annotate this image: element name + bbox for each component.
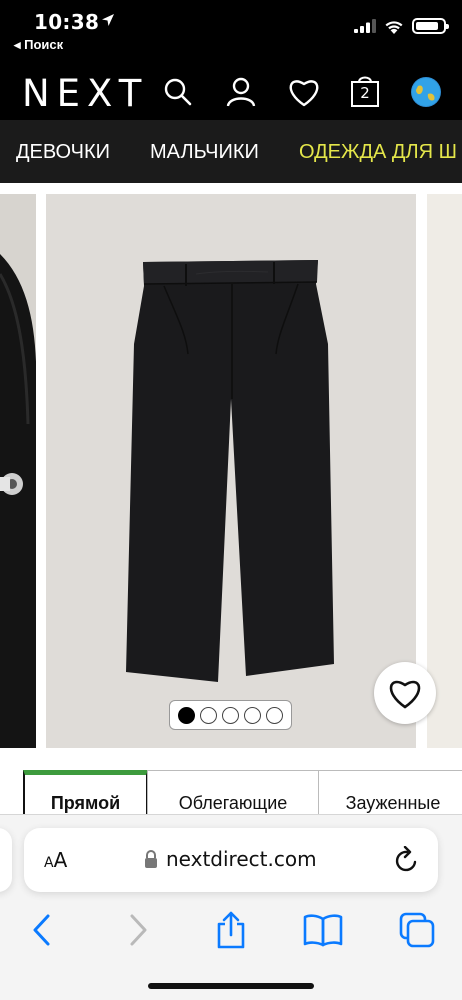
aa-small-label: A [44,855,54,871]
country-globe-icon[interactable] [408,74,444,110]
previous-tab-preview[interactable] [0,828,12,892]
battery-icon [412,18,449,34]
search-icon[interactable] [160,74,196,110]
back-to-search-link[interactable]: ◂ Поиск [14,37,63,53]
battery-fill [416,22,439,30]
home-indicator [148,983,314,989]
url-text: nextdirect.com [166,847,317,871]
product-image-trousers[interactable] [46,194,416,748]
carousel-dot[interactable] [200,706,217,724]
location-arrow-icon [102,14,114,26]
aa-big-label: A [53,848,68,872]
bookmarks-icon[interactable] [303,910,343,950]
reload-icon[interactable] [394,846,420,874]
fit-tab-skinny[interactable]: Зауженные [318,770,462,820]
back-chevron-icon[interactable] [22,910,62,950]
shopping-bag-icon[interactable]: 2 [347,74,383,110]
add-to-favourites-button[interactable] [374,662,436,724]
lock-icon [145,850,157,868]
site-header: NEXT 2 [0,64,462,120]
account-icon[interactable] [223,74,259,110]
fit-tab-straight[interactable]: Прямой [23,770,148,820]
fit-tab-slim[interactable]: Облегающие [147,770,319,820]
browser-bottom-bar: AA nextdirect.com [0,814,462,1000]
status-bar: 10:38 ◂ Поиск [0,0,462,64]
next-product-image[interactable] [427,194,462,748]
status-indicators [354,18,449,34]
carousel-pagination [169,700,292,730]
carousel-dot[interactable] [178,706,195,724]
share-icon[interactable] [211,910,251,950]
carousel-dot[interactable] [244,706,261,724]
heart-icon [389,680,421,709]
carousel-dot[interactable] [222,706,239,724]
address-bar[interactable]: AA nextdirect.com [24,828,438,892]
category-nav: ДЕВОЧКИ МАЛЬЧИКИ ОДЕЖДА ДЛЯ Ш [0,120,462,183]
text-size-button[interactable]: AA [44,848,67,872]
nav-item-school-clothing[interactable]: ОДЕЖДА ДЛЯ Ш [299,141,457,164]
forward-chevron-icon[interactable] [118,910,158,950]
carousel-dot[interactable] [266,706,283,724]
page: 10:38 ◂ Поиск NEXT 2 ДЕВОЧКИ МАЛЬЧИКИ ОД… [0,0,462,1000]
url-display[interactable]: nextdirect.com [144,847,317,871]
favourites-heart-icon[interactable] [286,74,322,110]
previous-product-image[interactable] [0,194,36,748]
bag-count: 2 [360,84,370,102]
signal-icon [354,19,376,33]
nav-item-girls[interactable]: ДЕВОЧКИ [16,141,110,164]
fit-tabs: Прямой Облегающие Зауженные [0,770,462,820]
nav-item-boys[interactable]: МАЛЬЧИКИ [150,141,259,164]
wifi-icon [385,20,403,34]
next-logo[interactable]: NEXT [22,72,148,115]
status-time: 10:38 [34,10,100,34]
tabs-icon[interactable] [397,910,437,950]
